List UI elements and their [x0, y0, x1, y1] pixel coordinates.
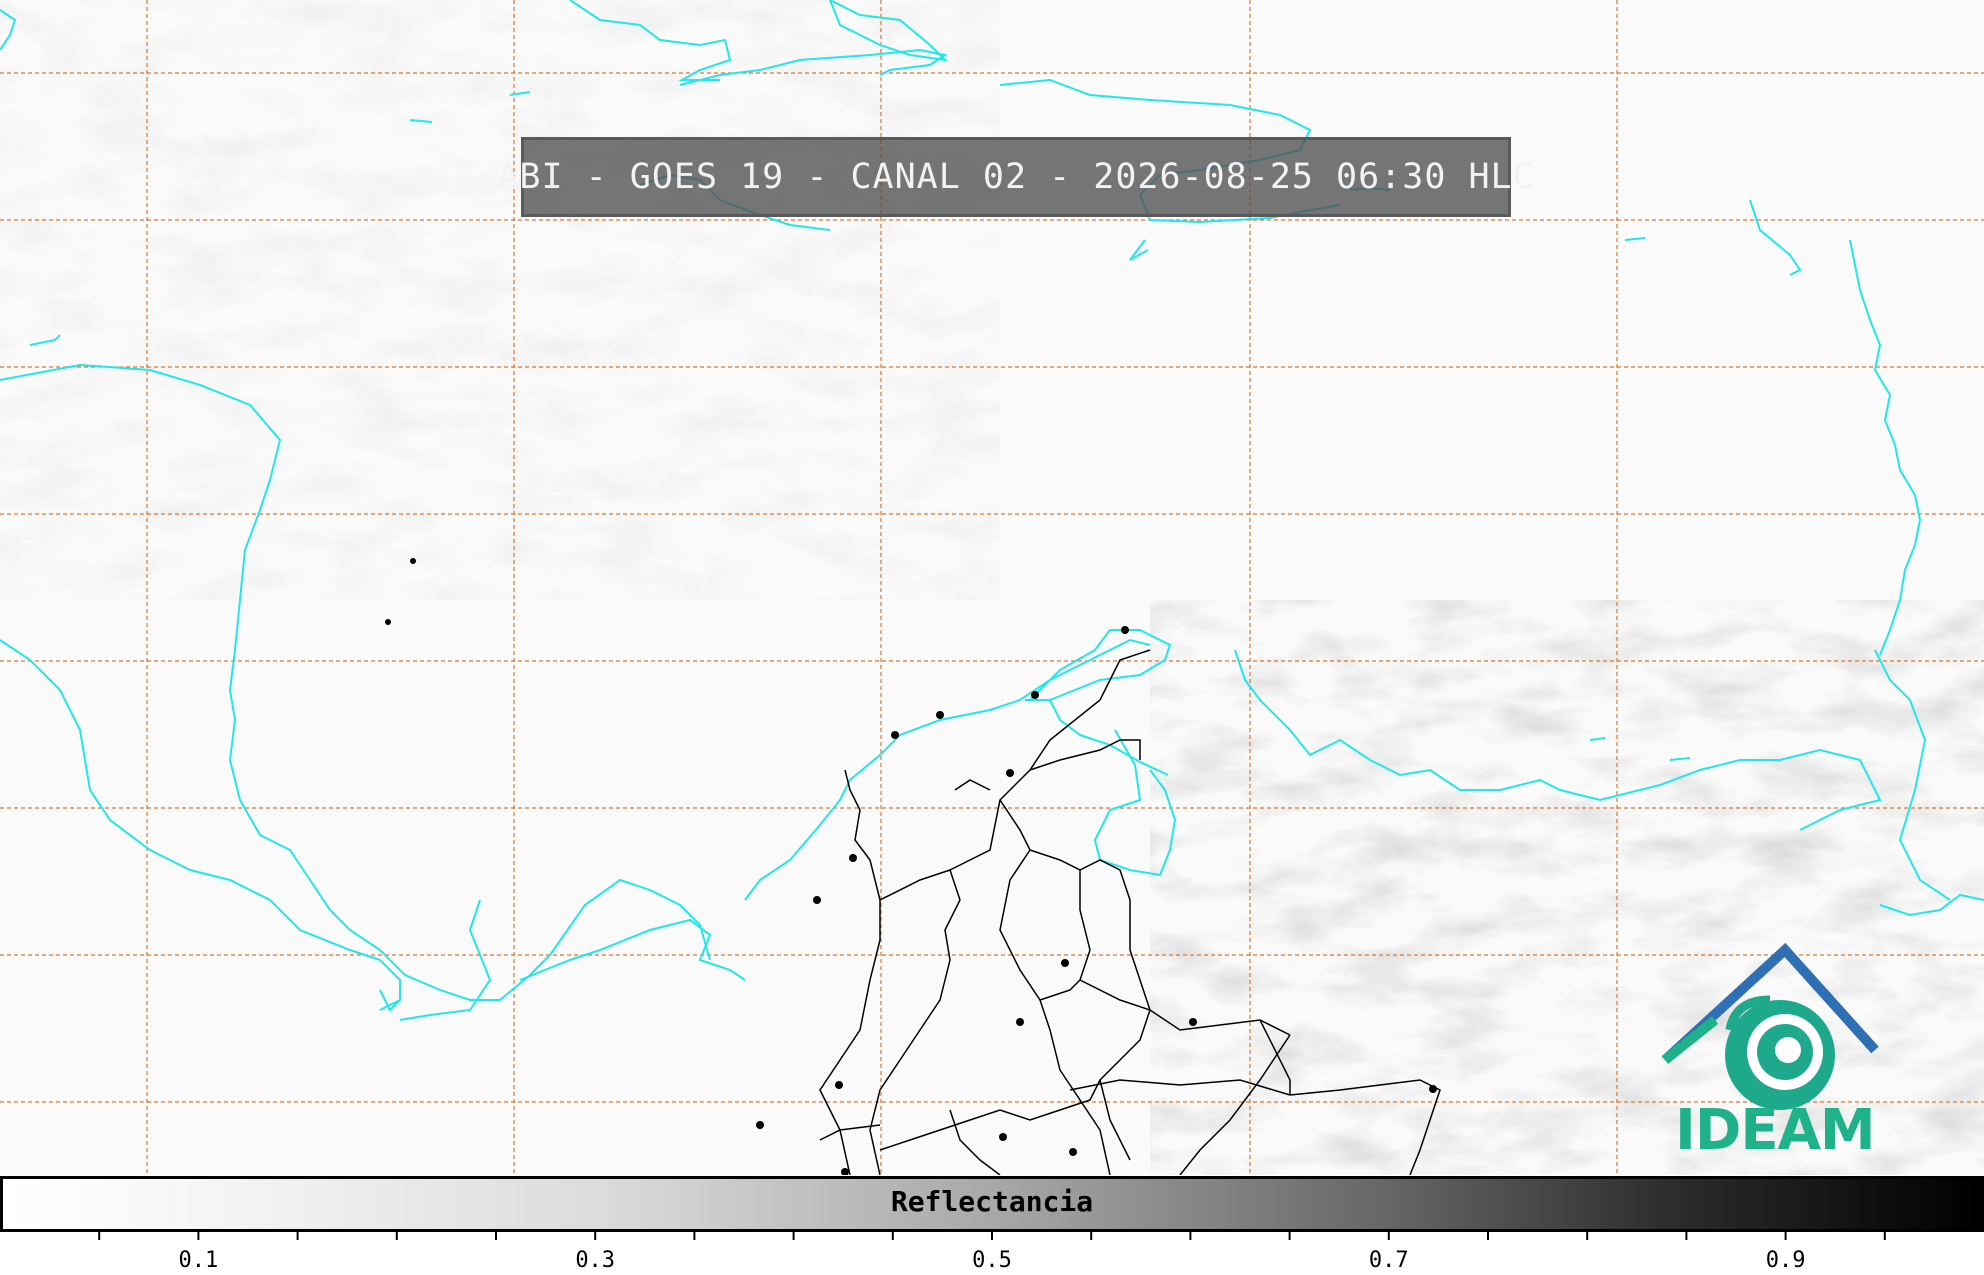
city-dot — [1121, 626, 1129, 634]
colorbar-tick-label: 0.1 — [179, 1248, 219, 1273]
logo-roof-green — [1661, 1016, 1719, 1064]
city-dot — [1069, 1148, 1077, 1156]
ideam-logo-text: IDEAM — [1675, 1098, 1876, 1163]
colorbar-tick-label: 0.9 — [1766, 1248, 1806, 1273]
map-title-box: ABI - GOES 19 - CANAL 02 - 2026-08-25 06… — [497, 137, 1534, 217]
colorbar-tick-label: 0.3 — [575, 1248, 615, 1273]
colorbar-tick-label: 0.5 — [972, 1248, 1012, 1273]
colorbar-label: Reflectancia — [890, 1185, 1094, 1218]
island-dot — [385, 619, 391, 625]
city-dot — [849, 854, 857, 862]
colorbar-tick-label: 0.7 — [1369, 1248, 1409, 1273]
logo-swirl-eye — [1775, 1037, 1801, 1063]
city-dot — [999, 1133, 1007, 1141]
island-dot — [410, 558, 416, 564]
city-dot — [1031, 691, 1039, 699]
city-dot — [1061, 959, 1069, 967]
city-dot — [1016, 1018, 1024, 1026]
city-dot — [835, 1081, 843, 1089]
city-dot — [1429, 1085, 1437, 1093]
city-dot — [891, 731, 899, 739]
city-dot — [813, 896, 821, 904]
city-dot — [756, 1121, 764, 1129]
city-dot — [936, 711, 944, 719]
city-dot — [1189, 1018, 1197, 1026]
cloud-texture-2 — [0, 0, 1000, 600]
colorbar-ticks: 0.1 0.3 0.5 0.7 0.9 — [98, 1232, 1886, 1273]
city-dot — [1006, 769, 1014, 777]
map-title: ABI - GOES 19 - CANAL 02 - 2026-08-25 06… — [497, 157, 1535, 197]
